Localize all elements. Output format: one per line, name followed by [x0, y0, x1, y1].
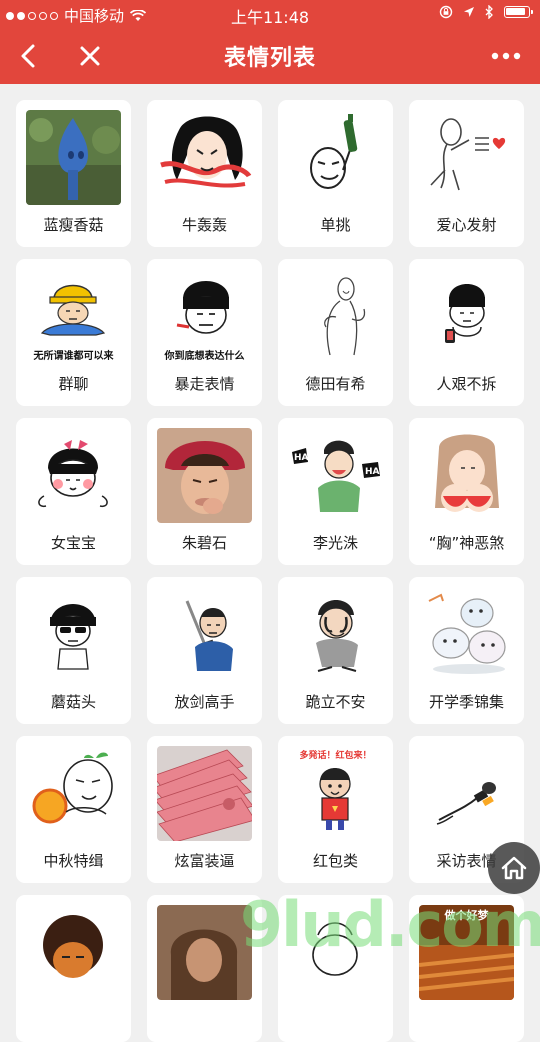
- afro-face-image: [26, 905, 121, 1000]
- sticker-card[interactable]: 无所谓谁都可以来 群聊: [16, 259, 131, 406]
- sticker-thumbnail: [26, 110, 121, 205]
- sticker-title: 中秋特缉: [43, 852, 104, 870]
- sticker-thumbnail: [419, 746, 514, 841]
- sticker-card[interactable]: 你到底想表达什么 暴走表情: [147, 259, 262, 406]
- sticker-thumbnail: [419, 587, 514, 682]
- sticker-thumbnail: 多発话！红包来！: [288, 746, 383, 841]
- sticker-caption: 多発话！红包来！: [299, 751, 372, 761]
- sticker-thumbnail: [419, 110, 514, 205]
- sticker-thumbnail: [288, 110, 383, 205]
- sticker-title: 朱碧石: [181, 534, 227, 552]
- cute-animals-image: [419, 587, 514, 682]
- long-hair-face-image: [157, 110, 252, 205]
- sticker-title: 蓝瘦香菇: [43, 216, 104, 234]
- sticker-title: 德田有希: [305, 375, 366, 393]
- crying-man-image: [288, 587, 383, 682]
- sticker-thumbnail: [26, 905, 121, 1000]
- bluetooth-icon: [485, 5, 493, 19]
- sticker-card[interactable]: 多発话！红包来！ 红包类: [278, 736, 393, 883]
- sticker-title: 炫富装逼: [174, 852, 235, 870]
- mooncake-face-image: [26, 746, 121, 841]
- sticker-title: 群聊: [58, 375, 89, 393]
- page-title: 表情列表: [223, 46, 316, 71]
- location-icon: [464, 7, 474, 17]
- sticker-title: 红包类: [312, 852, 358, 870]
- blue-mushroom-image: [26, 110, 121, 205]
- home-icon: [501, 856, 527, 880]
- sticker-title: 人艰不拆: [436, 375, 497, 393]
- sticker-card[interactable]: 炫富装逼: [147, 736, 262, 883]
- svg-text:HA: HA: [294, 453, 309, 463]
- sticker-card[interactable]: 中秋特缉: [16, 736, 131, 883]
- sticker-thumbnail: HA HA: [288, 428, 383, 523]
- sticker-card[interactable]: 爱心发射: [409, 100, 524, 247]
- sticker-card[interactable]: “胸”神恶煞: [409, 418, 524, 565]
- sticker-title: “胸”神恶煞: [428, 534, 505, 552]
- sticker-title: 牛轰轰: [181, 216, 227, 234]
- phone-kid-image: [419, 269, 514, 364]
- sticker-card[interactable]: HA HA 李光洙: [278, 418, 393, 565]
- sticker-title: 女宝宝: [50, 534, 96, 552]
- svg-text:HA: HA: [365, 467, 380, 477]
- sticker-card[interactable]: 人艰不拆: [409, 259, 524, 406]
- sticker-thumbnail: [419, 428, 514, 523]
- sword-man-image: [157, 587, 252, 682]
- microphone-image: [419, 746, 514, 841]
- sticker-card[interactable]: 放剑高手: [147, 577, 262, 724]
- battery-icon: [504, 6, 533, 18]
- sticker-thumbnail: [157, 746, 252, 841]
- sticker-card[interactable]: 牛轰轰: [147, 100, 262, 247]
- sticker-card[interactable]: 德田有希: [278, 259, 393, 406]
- navigation-bar: 表情列表: [0, 28, 540, 84]
- heart-launch-image: [419, 110, 514, 205]
- sticker-thumbnail: [288, 587, 383, 682]
- woman-photo-image: [157, 905, 252, 1000]
- watermark: 9lud.com: [240, 888, 540, 961]
- sticker-card[interactable]: 女宝宝: [16, 418, 131, 565]
- sticker-card[interactable]: 开学季锦集: [409, 577, 524, 724]
- more-dots-icon: [491, 52, 521, 60]
- sticker-thumbnail: [157, 428, 252, 523]
- sticker-thumbnail: 无所谓谁都可以来: [26, 269, 121, 364]
- sticker-thumbnail: [288, 269, 383, 364]
- sticker-card[interactable]: 跪立不安: [278, 577, 393, 724]
- sticker-title: 蘑菇头: [50, 693, 96, 711]
- sticker-thumbnail: [157, 905, 252, 1000]
- sticker-thumbnail: [157, 587, 252, 682]
- sticker-thumbnail: [26, 428, 121, 523]
- sticker-thumbnail: 你到底想表达什么: [157, 269, 252, 364]
- sticker-thumbnail: [26, 587, 121, 682]
- cartoon-girl-image: [419, 428, 514, 523]
- laughing-man-image: HA HA: [288, 428, 383, 523]
- sticker-title: 爱心发射: [436, 216, 497, 234]
- sticker-caption: 无所谓谁都可以来: [33, 351, 114, 362]
- status-bar: 中国移动 上午11:48: [0, 0, 540, 28]
- sticker-title: 单挑: [320, 216, 351, 234]
- sticker-thumbnail: [26, 746, 121, 841]
- money-stack-image: [157, 746, 252, 841]
- person-photo-image: [157, 428, 252, 523]
- sticker-title: 放剑高手: [174, 693, 235, 711]
- sticker-card[interactable]: 蓝瘦香菇: [16, 100, 131, 247]
- bottle-meme-image: [288, 110, 383, 205]
- sticker-thumbnail: [157, 110, 252, 205]
- sticker-title: 暴走表情: [174, 375, 235, 393]
- rotation-lock-icon: [439, 5, 453, 19]
- sticker-caption: 你到底想表达什么: [164, 351, 245, 362]
- sticker-title: 李光洙: [312, 534, 358, 552]
- baby-girl-image: [26, 428, 121, 523]
- sticker-card[interactable]: 蘑菇头: [16, 577, 131, 724]
- sticker-card[interactable]: [16, 895, 131, 1042]
- sticker-card[interactable]: 朱碧石: [147, 418, 262, 565]
- sketch-figure-image: [288, 269, 383, 364]
- sunglasses-bowlcut-image: [26, 587, 121, 682]
- sticker-title: 跪立不安: [305, 693, 366, 711]
- home-button[interactable]: [488, 842, 540, 894]
- sticker-title: 开学季锦集: [428, 693, 504, 711]
- sticker-thumbnail: [419, 269, 514, 364]
- sticker-card[interactable]: 单挑: [278, 100, 393, 247]
- more-button[interactable]: [486, 36, 526, 76]
